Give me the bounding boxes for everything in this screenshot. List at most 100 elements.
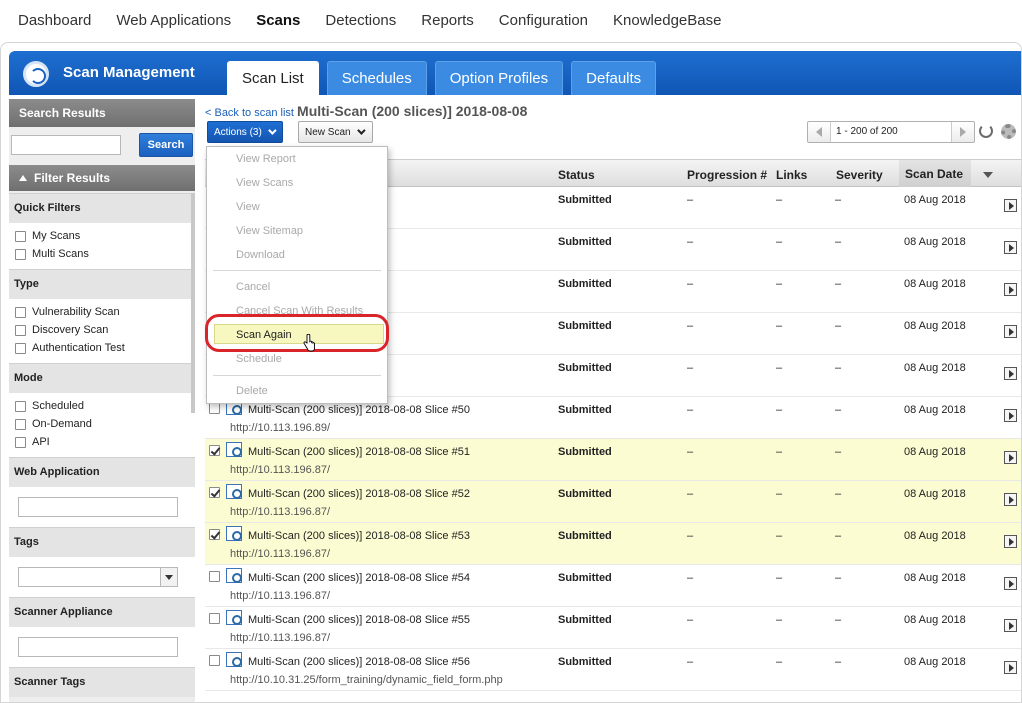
checkbox[interactable] <box>15 436 26 448</box>
filter-option-discovery-scan[interactable]: Discovery Scan <box>15 321 189 339</box>
menu-item-cancel[interactable]: Cancel <box>236 281 270 293</box>
filter-option-on-demand[interactable]: On-Demand <box>15 415 189 433</box>
checkbox[interactable] <box>15 324 26 336</box>
open-details-icon[interactable] <box>1004 325 1017 338</box>
actions-button[interactable]: Actions (3) <box>207 121 283 143</box>
row-checkbox[interactable] <box>209 529 220 540</box>
nav-web-applications[interactable]: Web Applications <box>116 12 231 29</box>
checkbox[interactable] <box>15 400 26 412</box>
column-links[interactable]: Links <box>776 168 807 182</box>
scan-url: http://10.113.196.89/ <box>230 422 331 434</box>
scan-name[interactable]: Multi-Scan (200 slices)] 2018-08-08 Slic… <box>248 446 470 458</box>
filter-option-multi-scans[interactable]: Multi Scans <box>15 245 189 263</box>
left-panel-scrollbar[interactable] <box>191 193 195 413</box>
row-checkbox[interactable] <box>209 571 220 582</box>
menu-item-schedule[interactable]: Schedule <box>236 353 282 365</box>
scan-name[interactable]: Multi-Scan (200 slices)] 2018-08-08 Slic… <box>248 488 470 500</box>
filter-option-api[interactable]: API <box>15 433 189 451</box>
open-details-icon[interactable] <box>1004 493 1017 506</box>
nav-dashboard[interactable]: Dashboard <box>18 12 91 29</box>
menu-item-delete[interactable]: Delete <box>236 385 268 397</box>
scan-status: Submitted <box>558 530 612 542</box>
table-row[interactable]: Multi-Scan (200 slices)] 2018-08-08 Slic… <box>205 649 1021 691</box>
menu-item-view-sitemap[interactable]: View Sitemap <box>236 225 303 237</box>
open-details-icon[interactable] <box>1004 283 1017 296</box>
column-severity[interactable]: Severity <box>836 168 883 182</box>
checkbox[interactable] <box>15 248 26 260</box>
menu-item-view-scans[interactable]: View Scans <box>236 177 293 189</box>
scan-url: http://10.113.196.87/ <box>230 464 331 476</box>
scan-name[interactable]: Multi-Scan (200 slices)] 2018-08-08 Slic… <box>248 572 470 584</box>
menu-item-view-report[interactable]: View Report <box>236 153 296 165</box>
tab-scan-list[interactable]: Scan List <box>227 61 319 95</box>
scan-progression: – <box>687 194 694 206</box>
search-input[interactable] <box>11 135 121 155</box>
tab-defaults[interactable]: Defaults <box>571 61 657 95</box>
open-details-icon[interactable] <box>1004 241 1017 254</box>
open-details-icon[interactable] <box>1004 619 1017 632</box>
tags-select[interactable] <box>18 567 178 587</box>
scanner-tags-heading: Scanner Tags <box>9 667 195 697</box>
tab-schedules[interactable]: Schedules <box>326 61 427 95</box>
scan-links: – <box>776 404 783 416</box>
open-details-icon[interactable] <box>1004 577 1017 590</box>
toolbar: Actions (3) New Scan 1 - 200 of 200 <box>205 121 1021 147</box>
sort-desc-icon[interactable] <box>983 172 993 178</box>
nav-knowledgebase[interactable]: KnowledgeBase <box>613 12 721 29</box>
scan-name[interactable]: Multi-Scan (200 slices)] 2018-08-08 Slic… <box>248 656 470 668</box>
row-checkbox[interactable] <box>209 655 220 666</box>
open-details-icon[interactable] <box>1004 367 1017 380</box>
row-checkbox[interactable] <box>209 445 220 456</box>
open-details-icon[interactable] <box>1004 199 1017 212</box>
multi-scan-icon <box>226 526 242 541</box>
filter-option-authentication-test[interactable]: Authentication Test <box>15 339 189 357</box>
checkbox[interactable] <box>15 230 26 242</box>
open-details-icon[interactable] <box>1004 409 1017 422</box>
search-button[interactable]: Search <box>139 133 193 157</box>
row-checkbox[interactable] <box>209 613 220 624</box>
scanner-appliance-field[interactable] <box>18 637 178 657</box>
filter-option-vulnerability-scan[interactable]: Vulnerability Scan <box>15 303 189 321</box>
scan-name[interactable]: Multi-Scan (200 slices)] 2018-08-08 Slic… <box>248 530 470 542</box>
checkbox[interactable] <box>15 342 26 354</box>
page-range[interactable]: 1 - 200 of 200 <box>830 122 952 142</box>
table-row[interactable]: Multi-Scan (200 slices)] 2018-08-08 Slic… <box>205 565 1021 607</box>
gear-icon[interactable] <box>1001 124 1016 139</box>
filter-option-scheduled[interactable]: Scheduled <box>15 397 189 415</box>
menu-item-download[interactable]: Download <box>236 249 285 261</box>
column-scan-date[interactable]: Scan Date <box>899 160 971 187</box>
scan-name[interactable]: Multi-Scan (200 slices)] 2018-08-08 Slic… <box>248 404 470 416</box>
menu-item-view[interactable]: View <box>236 201 260 213</box>
column-status[interactable]: Status <box>558 168 595 182</box>
row-checkbox[interactable] <box>209 487 220 498</box>
open-details-icon[interactable] <box>1004 661 1017 674</box>
quick-filters-heading: Quick Filters <box>9 193 195 223</box>
nav-detections[interactable]: Detections <box>325 12 396 29</box>
web-application-heading: Web Application <box>9 457 195 487</box>
filter-option-my-scans[interactable]: My Scans <box>15 227 189 245</box>
open-details-icon[interactable] <box>1004 451 1017 464</box>
open-details-icon[interactable] <box>1004 535 1017 548</box>
nav-configuration[interactable]: Configuration <box>499 12 588 29</box>
tab-option-profiles[interactable]: Option Profiles <box>434 61 564 95</box>
nav-scans[interactable]: Scans <box>256 12 300 29</box>
table-row[interactable]: Multi-Scan (200 slices)] 2018-08-08 Slic… <box>205 439 1021 481</box>
previous-page-icon[interactable] <box>808 122 830 142</box>
table-row[interactable]: Multi-Scan (200 slices)] 2018-08-08 Slic… <box>205 607 1021 649</box>
checkbox[interactable] <box>15 418 26 430</box>
chevron-down-icon[interactable] <box>160 568 177 586</box>
web-application-field[interactable] <box>18 497 178 517</box>
table-row[interactable]: Multi-Scan (200 slices)] 2018-08-08 Slic… <box>205 523 1021 565</box>
scan-name[interactable]: Multi-Scan (200 slices)] 2018-08-08 Slic… <box>248 614 470 626</box>
column-progression[interactable]: Progression # <box>687 168 767 182</box>
filter-results-title[interactable]: Filter Results <box>9 165 195 191</box>
next-page-icon[interactable] <box>952 122 974 142</box>
back-to-scan-list-link[interactable]: < Back to scan list <box>205 107 294 119</box>
app-frame: Scan Management Scan List Schedules Opti… <box>0 42 1022 703</box>
row-checkbox[interactable] <box>209 403 220 414</box>
checkbox[interactable] <box>15 306 26 318</box>
new-scan-button[interactable]: New Scan <box>298 121 373 143</box>
refresh-icon[interactable] <box>979 124 993 138</box>
table-row[interactable]: Multi-Scan (200 slices)] 2018-08-08 Slic… <box>205 481 1021 523</box>
nav-reports[interactable]: Reports <box>421 12 474 29</box>
